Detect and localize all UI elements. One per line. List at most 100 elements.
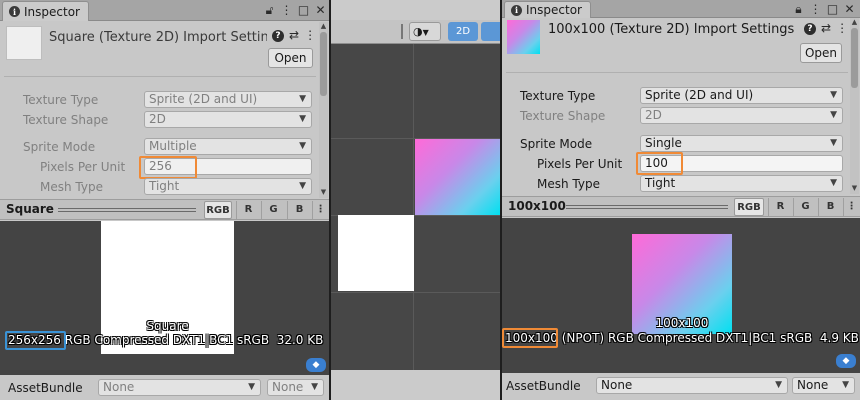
- mesh-type-label: Mesh Type: [40, 180, 103, 194]
- lighting-toggle[interactable]: [481, 22, 500, 41]
- texture-type-label: Texture Type: [23, 93, 99, 107]
- white-square-sprite[interactable]: [338, 215, 414, 291]
- sprite-mode-value: Multiple: [149, 139, 197, 153]
- left-scrollbar[interactable]: ▲ ▼: [319, 22, 328, 198]
- assetbundle-dropdown[interactable]: None ▼: [596, 377, 788, 394]
- asset-title: 100x100 (Texture 2D) Import Settings: [548, 22, 795, 37]
- left-tab-bar: i Inspector 🔓︎ ⋮ □ ✕: [0, 0, 331, 21]
- gradient-sprite[interactable]: [415, 139, 500, 215]
- asset-thumbnail: [507, 20, 540, 54]
- texture-shape-dropdown[interactable]: 2D ▼: [640, 107, 843, 124]
- texture-type-label: Texture Type: [520, 89, 596, 103]
- assetbundle-dropdown[interactable]: None ▼: [98, 379, 261, 396]
- unity-editor: i Inspector 🔓︎ ⋮ □ ✕ Square (Texture 2D)…: [0, 0, 860, 400]
- channel-b[interactable]: B: [818, 198, 842, 216]
- right-inspector-tab[interactable]: i Inspector: [504, 1, 591, 18]
- scene-toolbar: ◑▼ 2D: [331, 20, 500, 44]
- left-inspector-header: Square (Texture 2D) Import Setting ? ⇄ ⋮…: [0, 22, 331, 74]
- chevron-down-icon: ▼: [311, 382, 318, 392]
- maximize-icon[interactable]: □: [297, 2, 310, 18]
- chevron-down-icon: ▼: [830, 178, 837, 188]
- assetbundle-variant-value: None: [272, 380, 304, 394]
- left-tab-tools: 🔓︎ ⋮ □ ✕: [263, 2, 327, 18]
- scene-bottom-strip: [331, 370, 500, 400]
- help-icon[interactable]: ?: [804, 23, 816, 35]
- ppu-highlight-box: [139, 156, 197, 179]
- asset-thumbnail: [6, 26, 42, 60]
- channel-g[interactable]: G: [261, 201, 285, 219]
- left-inspector-tab[interactable]: i Inspector: [2, 1, 89, 21]
- preset-icon[interactable]: ⇄: [821, 21, 831, 35]
- sprite-mode-label: Sprite Mode: [23, 140, 96, 154]
- preview-caption: 100x100: [655, 316, 709, 330]
- kebab-menu-icon[interactable]: ⋮: [312, 201, 328, 219]
- scroll-down-icon[interactable]: ▼: [319, 188, 328, 196]
- preview-drag-handle[interactable]: [566, 205, 728, 209]
- scroll-thumb[interactable]: [851, 28, 858, 88]
- right-scrollbar[interactable]: ▲ ▼: [850, 18, 859, 194]
- mode-2d-toggle[interactable]: 2D: [448, 22, 478, 41]
- open-button[interactable]: Open: [800, 43, 842, 63]
- left-inspector-panel: i Inspector 🔓︎ ⋮ □ ✕ Square (Texture 2D)…: [0, 0, 331, 400]
- texture-format: RGB Compressed DXT1|BC1 sRGB: [64, 333, 270, 347]
- texture-type-dropdown[interactable]: Sprite (2D and UI) ▼: [144, 91, 312, 108]
- channel-b[interactable]: B: [287, 201, 311, 219]
- assetbundle-variant-dropdown[interactable]: None ▼: [267, 379, 324, 396]
- preview-caption: Square: [146, 319, 189, 333]
- ppu-highlight-box: [636, 152, 683, 175]
- channel-g[interactable]: G: [793, 198, 817, 216]
- kebab-menu-icon[interactable]: ⋮: [280, 2, 293, 18]
- kebab-menu-icon[interactable]: ⋮: [843, 198, 859, 216]
- texture-type-value: Sprite (2D and UI): [149, 92, 258, 106]
- kebab-menu-icon[interactable]: ⋮: [304, 28, 316, 42]
- sprite-mode-dropdown[interactable]: Multiple ▼: [144, 138, 312, 155]
- texture-shape-value: 2D: [149, 112, 166, 126]
- chevron-down-icon: ▼: [830, 90, 837, 100]
- preset-icon[interactable]: ⇄: [289, 28, 299, 42]
- mesh-type-dropdown[interactable]: Tight ▼: [144, 178, 312, 195]
- gizmo-dropdown[interactable]: ◑▼: [409, 22, 441, 41]
- assetbundle-variant-dropdown[interactable]: None ▼: [792, 377, 855, 394]
- divider: [4, 76, 316, 77]
- mesh-type-value: Tight: [645, 176, 676, 190]
- channel-r[interactable]: R: [768, 198, 792, 216]
- texture-shape-dropdown[interactable]: 2D ▼: [144, 111, 312, 128]
- lock-icon[interactable]: 🔓︎: [263, 2, 276, 18]
- info-icon: i: [9, 6, 20, 17]
- chevron-down-icon: ▼: [299, 114, 306, 124]
- sprite-mode-value: Single: [645, 136, 682, 150]
- tag-icon[interactable]: ◆: [836, 354, 856, 368]
- texture-info-line: 100x100 (NPOT) RGB Compressed DXT1|BC1 s…: [505, 331, 859, 345]
- help-icon[interactable]: ?: [272, 30, 284, 42]
- kebab-menu-icon[interactable]: ⋮: [809, 1, 822, 17]
- right-header-icons: ? ⇄ ⋮: [804, 21, 848, 35]
- mesh-type-dropdown[interactable]: Tight ▼: [640, 175, 843, 192]
- scroll-up-icon[interactable]: ▲: [850, 18, 859, 26]
- channel-rgb[interactable]: RGB: [734, 198, 764, 216]
- sprite-mode-dropdown[interactable]: Single ▼: [640, 135, 843, 152]
- scroll-down-icon[interactable]: ▼: [850, 184, 859, 192]
- scene-view[interactable]: ◑▼ 2D: [331, 0, 500, 400]
- maximize-icon[interactable]: □: [826, 1, 839, 17]
- channel-r[interactable]: R: [236, 201, 260, 219]
- scroll-up-icon[interactable]: ▲: [319, 22, 328, 30]
- pixels-per-unit-label: Pixels Per Unit: [40, 160, 126, 174]
- texture-type-dropdown[interactable]: Sprite (2D and UI) ▼: [640, 87, 843, 104]
- preview-drag-handle[interactable]: [58, 208, 196, 212]
- scroll-thumb[interactable]: [320, 32, 327, 96]
- kebab-menu-icon[interactable]: ⋮: [836, 21, 848, 35]
- texture-npot: (NPOT): [561, 331, 605, 345]
- right-preview-area: 100x100 100x100 (NPOT) RGB Compressed DX…: [502, 218, 860, 373]
- close-icon[interactable]: ✕: [314, 2, 327, 18]
- texture-filesize: 32.0 KB: [276, 333, 324, 347]
- mesh-type-value: Tight: [149, 179, 180, 193]
- preview-name: Square: [6, 202, 54, 216]
- tag-icon[interactable]: ◆: [306, 358, 326, 372]
- chevron-down-icon: ▼: [299, 181, 306, 191]
- lock-icon[interactable]: 🔒︎: [792, 1, 805, 17]
- right-assetbundle-row: AssetBundle None ▼ None ▼: [502, 373, 860, 400]
- open-button[interactable]: Open: [268, 48, 313, 68]
- channel-rgb[interactable]: RGB: [204, 201, 232, 219]
- chevron-down-icon: ▼: [248, 382, 255, 392]
- close-icon[interactable]: ✕: [843, 1, 856, 17]
